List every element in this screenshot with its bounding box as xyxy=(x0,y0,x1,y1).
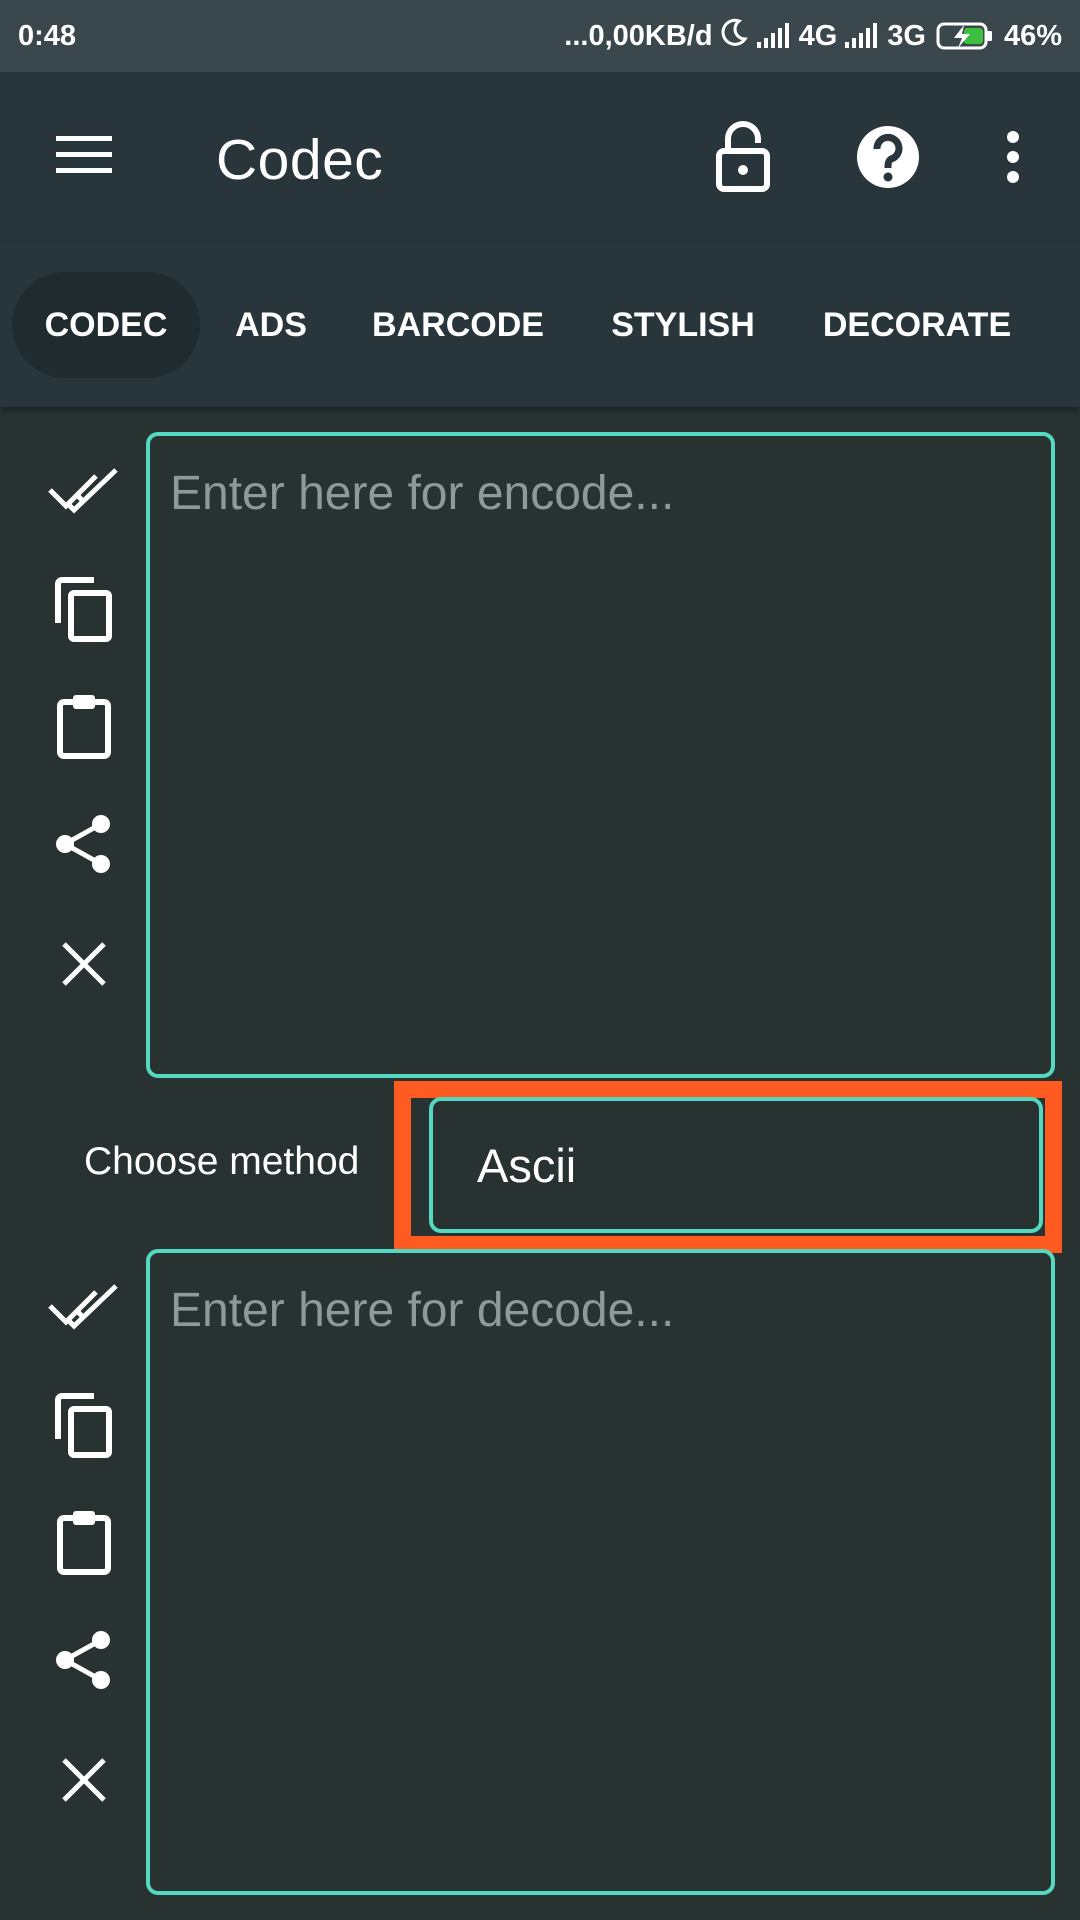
status-icons: ...0,00KB/d 4G 3G 46% xyxy=(564,17,1062,55)
method-dropdown[interactable]: Ascii xyxy=(429,1097,1043,1233)
moon-icon xyxy=(719,17,749,55)
tab-barcode[interactable]: BARCODE xyxy=(350,272,566,378)
encode-input[interactable] xyxy=(150,436,1051,1074)
tab-stylish[interactable]: STYLISH xyxy=(590,272,776,378)
help-icon[interactable] xyxy=(843,112,933,202)
copy-icon[interactable] xyxy=(36,1386,132,1466)
method-selected-value: Ascii xyxy=(477,1138,577,1192)
paste-icon[interactable] xyxy=(36,686,132,766)
decode-input[interactable] xyxy=(150,1253,1051,1891)
share-icon[interactable] xyxy=(36,804,132,884)
network-type-2: 3G xyxy=(887,19,926,52)
select-all-icon[interactable] xyxy=(36,1268,132,1348)
battery-charging-icon xyxy=(936,21,994,51)
page-title: Codec xyxy=(216,128,384,192)
clear-icon[interactable] xyxy=(36,924,132,1004)
select-all-icon[interactable] xyxy=(36,452,132,532)
signal-icon xyxy=(843,22,881,50)
menu-icon[interactable] xyxy=(39,110,129,200)
more-vert-icon[interactable] xyxy=(968,112,1058,202)
network-type-1: 4G xyxy=(798,19,838,52)
share-icon[interactable] xyxy=(36,1620,132,1700)
method-label: Choose method xyxy=(84,1140,360,1183)
network-speed: ...0,00KB/d xyxy=(564,19,713,52)
lock-icon[interactable] xyxy=(698,112,788,202)
decode-field-container xyxy=(146,1249,1055,1895)
tab-ads[interactable]: ADS xyxy=(212,272,330,378)
tab-codec[interactable]: CODEC xyxy=(12,272,200,378)
signal-icon xyxy=(755,22,793,50)
paste-icon[interactable] xyxy=(36,1502,132,1582)
app-toolbar: Codec xyxy=(0,72,1080,242)
status-bar: 0:48 ...0,00KB/d 4G 3G 46% xyxy=(0,0,1080,72)
status-time: 0:48 xyxy=(18,19,77,52)
tab-bar: CODEC ADS BARCODE STYLISH DECORATE xyxy=(0,242,1080,407)
clear-icon[interactable] xyxy=(36,1740,132,1820)
encode-field-container xyxy=(146,432,1055,1078)
battery-percent: 46% xyxy=(1003,19,1062,52)
copy-icon[interactable] xyxy=(36,570,132,650)
tab-decorate[interactable]: DECORATE xyxy=(800,272,1034,378)
